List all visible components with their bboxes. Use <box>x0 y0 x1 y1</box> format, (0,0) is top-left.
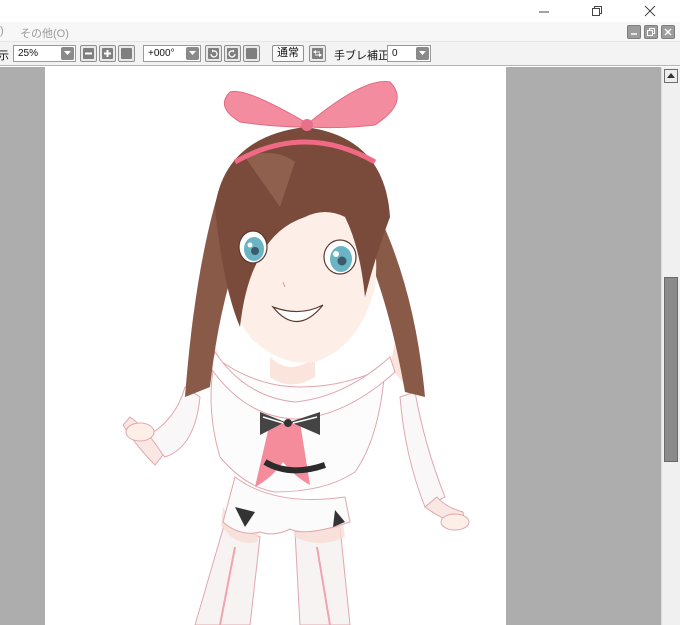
view-toolbar: 示 25% +000° 通常 手ブレ補正 0 <box>0 42 680 66</box>
canvas-paper[interactable] <box>45 67 506 625</box>
zoom-value: 25% <box>18 48 39 59</box>
mdi-restore-button[interactable] <box>644 25 658 39</box>
close-button[interactable] <box>628 0 672 22</box>
fit-window-button[interactable] <box>118 45 135 62</box>
reset-rotation-button[interactable] <box>243 45 260 62</box>
rotate-left-button[interactable] <box>205 45 222 62</box>
stabilizer-value: 0 <box>392 48 398 59</box>
scrollbar-thumb[interactable] <box>664 277 678 462</box>
rotation-value: +000° <box>148 48 175 59</box>
chevron-up-icon <box>667 73 675 78</box>
stabilizer-combo[interactable]: 0 <box>387 45 431 62</box>
rotate-right-button[interactable] <box>224 45 241 62</box>
rotate-left-icon <box>208 48 219 59</box>
chevron-down-icon[interactable] <box>186 47 199 60</box>
menu-item-previous[interactable]: ) <box>0 25 4 37</box>
normal-view-button[interactable]: 通常 <box>272 45 304 62</box>
rotation-combo[interactable]: +000° <box>143 45 201 62</box>
zoom-label: 示 <box>0 50 9 62</box>
restore-button[interactable] <box>575 0 619 22</box>
stabilizer-label: 手ブレ補正 <box>334 50 389 62</box>
zoom-out-button[interactable] <box>80 45 97 62</box>
restore-icon <box>647 28 655 36</box>
chevron-down-icon[interactable] <box>61 47 74 60</box>
square-icon <box>121 48 132 59</box>
close-icon <box>644 5 656 17</box>
mdi-close-button[interactable] <box>661 25 675 39</box>
vertical-scrollbar[interactable] <box>661 67 680 625</box>
menu-item-other[interactable]: その他(O) <box>20 25 69 41</box>
restore-icon <box>592 6 602 16</box>
minimize-icon <box>631 33 637 35</box>
canvas-workspace[interactable] <box>0 67 661 625</box>
minimize-icon <box>539 11 549 13</box>
anime-girl-illustration <box>122 81 470 625</box>
flip-horizontal-button[interactable] <box>309 45 326 62</box>
plus-icon <box>102 48 113 59</box>
close-icon <box>664 28 672 36</box>
rotate-right-icon <box>227 48 238 59</box>
minimize-button[interactable] <box>522 0 566 22</box>
square-icon <box>246 48 257 59</box>
title-bar <box>0 0 680 22</box>
chevron-down-icon[interactable] <box>416 47 429 60</box>
zoom-combo[interactable]: 25% <box>13 45 76 62</box>
menu-bar: ) その他(O) <box>0 22 680 42</box>
zoom-in-button[interactable] <box>99 45 116 62</box>
mdi-minimize-button[interactable] <box>627 25 641 39</box>
scroll-up-button[interactable] <box>664 69 678 83</box>
flip-icon <box>312 48 323 59</box>
minus-icon <box>83 48 94 59</box>
